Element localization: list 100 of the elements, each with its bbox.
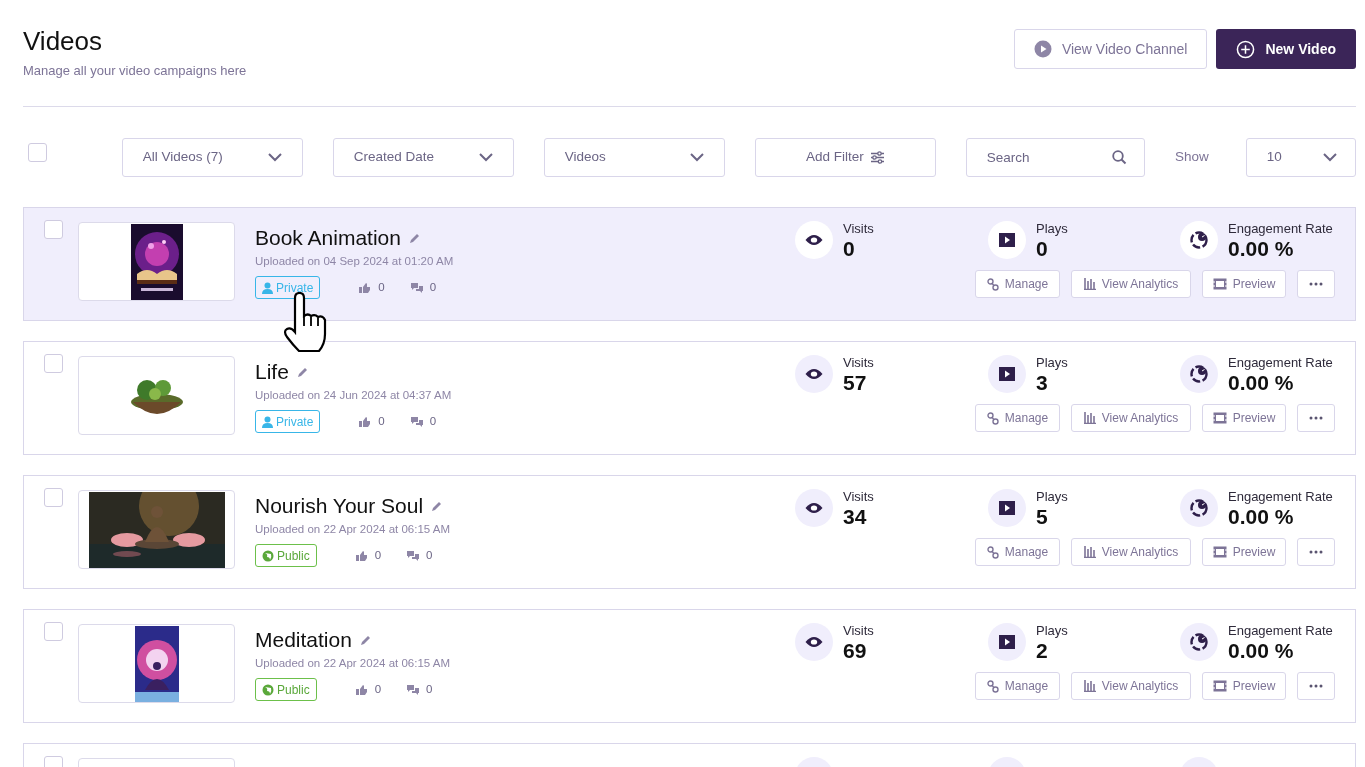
stat-label: Engagement Rate <box>1228 489 1333 505</box>
stat-label: Visits <box>843 221 874 237</box>
view-analytics-button[interactable]: View Analytics <box>1071 404 1191 432</box>
eye-icon <box>805 636 823 648</box>
bar-chart-icon <box>1083 546 1096 558</box>
person-icon <box>262 281 273 294</box>
row-checkbox[interactable] <box>44 488 63 507</box>
page-title: Videos <box>23 26 104 56</box>
play-icon <box>999 367 1015 381</box>
stat-label: Engagement Rate <box>1228 221 1333 237</box>
view-analytics-button[interactable]: View Analytics <box>1071 270 1191 298</box>
upload-date: Uploaded on 22 Apr 2024 at 06:15 AM <box>255 656 451 671</box>
globe-icon <box>262 549 274 562</box>
stat-value: 34 <box>843 505 868 529</box>
stat-label: Engagement Rate <box>1228 355 1333 371</box>
comments-icon <box>410 282 423 293</box>
thumbs-up-icon <box>355 550 367 561</box>
upload-date: Uploaded on 22 Apr 2024 at 06:15 AM <box>255 522 451 537</box>
pie-chart-icon <box>1189 632 1209 652</box>
upload-date: Uploaded on 24 Jun 2024 at 04:37 AM <box>255 388 453 403</box>
stat-value: 0 <box>843 237 856 261</box>
preview-button[interactable]: Preview <box>1202 270 1286 298</box>
more-icon <box>1309 684 1323 688</box>
view-channel-button[interactable]: View Video Channel <box>1013 29 1208 69</box>
new-video-button[interactable]: New Video <box>1216 29 1356 69</box>
stat-label: Plays <box>1036 355 1068 371</box>
pencil-icon <box>359 634 372 646</box>
stat-label: Visits <box>843 489 874 505</box>
pencil-icon <box>431 500 444 512</box>
chevron-down-icon <box>689 152 704 162</box>
page-size-dropdown[interactable]: 10 <box>1245 137 1356 177</box>
film-icon <box>1212 546 1227 558</box>
row-checkbox[interactable] <box>44 622 63 641</box>
stat-value: 0.00 % <box>1228 371 1295 395</box>
stat-value: 57 <box>843 371 868 395</box>
link-icon <box>986 411 999 425</box>
view-analytics-button[interactable]: View Analytics <box>1071 538 1191 566</box>
filter-dropdown[interactable]: Videos <box>543 137 725 177</box>
select-all-checkbox[interactable] <box>28 142 47 162</box>
more-icon <box>1309 416 1323 420</box>
film-icon <box>1212 680 1227 692</box>
eye-icon <box>805 502 823 514</box>
stat-value: 0.00 % <box>1228 505 1295 529</box>
view-analytics-button[interactable]: View Analytics <box>1071 672 1191 700</box>
chevron-down-icon <box>478 152 493 162</box>
bar-chart-icon <box>1083 278 1096 290</box>
preview-button[interactable]: Preview <box>1202 672 1286 700</box>
chevron-down-icon <box>1323 152 1337 162</box>
stat-label: Engagement Rate <box>1228 623 1333 639</box>
filter-dropdown[interactable]: Created Date <box>332 137 514 177</box>
row-checkbox[interactable] <box>44 220 63 239</box>
video-title: Life <box>255 359 289 385</box>
plus-icon <box>1236 39 1256 59</box>
search-field[interactable]: Search <box>965 137 1145 177</box>
video-card[interactable]: Nourish Your Soul Uploaded on 22 Apr 2024 at 06:15 AM Public 0 0 Visits 34 Plays 5 Engagement Rate 0.00 % Manage View Analytics Preview <box>23 475 1356 589</box>
play-icon <box>999 635 1015 649</box>
manage-button[interactable]: Manage <box>975 672 1060 700</box>
link-icon <box>986 545 999 559</box>
public-badge[interactable]: Public <box>255 544 317 568</box>
film-icon <box>1212 412 1227 424</box>
filter-dropdown[interactable]: All Videos (7) <box>121 137 303 177</box>
more-button[interactable] <box>1297 404 1335 432</box>
stat-value: 69 <box>843 639 868 663</box>
eye-icon <box>805 234 823 246</box>
stat-value: 0.00 % <box>1228 237 1295 261</box>
add-filter-button[interactable]: Add Filter <box>754 137 936 177</box>
pie-chart-icon <box>1189 230 1209 250</box>
likes-count: 0 <box>378 280 385 296</box>
more-button[interactable] <box>1297 270 1335 298</box>
video-card[interactable]: Life Uploaded on 24 Jun 2024 at 04:37 AM Private 0 0 Visits 57 Plays 3 Engagement Rate 0.00 % Manage View Analytics Preview <box>23 341 1356 455</box>
film-icon <box>1212 278 1227 290</box>
stat-label: Plays <box>1036 623 1068 639</box>
likes-count: 0 <box>374 548 382 564</box>
more-button[interactable] <box>1297 538 1335 566</box>
thumbs-up-icon <box>355 684 367 695</box>
stat-label: Visits <box>843 355 874 371</box>
manage-button[interactable]: Manage <box>975 270 1060 298</box>
link-icon <box>986 679 999 693</box>
pencil-icon <box>296 366 309 378</box>
row-checkbox[interactable] <box>44 354 63 373</box>
stat-value: 2 <box>1036 639 1049 663</box>
preview-button[interactable]: Preview <box>1202 538 1286 566</box>
page-subtitle: Manage all your video campaigns here <box>23 62 247 80</box>
likes-count: 0 <box>378 414 385 430</box>
manage-button[interactable]: Manage <box>975 404 1060 432</box>
comments-count: 0 <box>429 280 437 296</box>
video-card[interactable]: Meditation Uploaded on 22 Apr 2024 at 06:15 AM Public 0 0 Visits 69 Plays 2 Engagement Rate 0.00 % Manage View Analytics Preview <box>23 609 1356 723</box>
eye-icon <box>805 368 823 380</box>
stat-value: 0.00 % <box>1228 639 1295 663</box>
stat-value: 5 <box>1036 505 1049 529</box>
stat-value: 3 <box>1036 371 1049 395</box>
preview-button[interactable]: Preview <box>1202 404 1286 432</box>
comments-count: 0 <box>426 548 433 564</box>
likes-count: 0 <box>374 682 382 698</box>
private-badge[interactable]: Private <box>255 410 321 434</box>
manage-button[interactable]: Manage <box>975 538 1060 566</box>
public-badge[interactable]: Public <box>255 678 317 702</box>
more-icon <box>1309 282 1323 286</box>
video-card[interactable]: Book Animation Uploaded on 04 Sep 2024 at 01:20 AM Private 0 0 Visits 0 Plays 0 Engagement Rate 0.00 % Manage View Analytics Preview <box>23 207 1356 321</box>
more-button[interactable] <box>1297 672 1335 700</box>
